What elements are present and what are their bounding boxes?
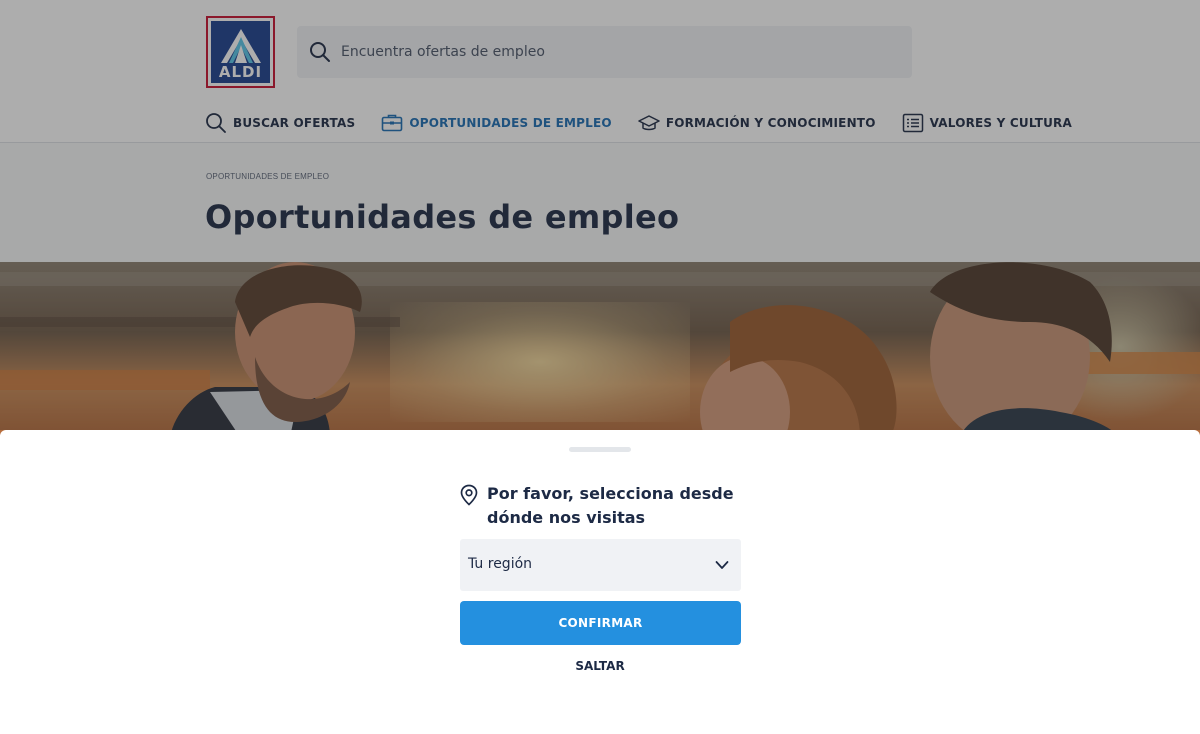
region-select-value: Tu región [468, 556, 533, 572]
modal-backdrop[interactable] [0, 0, 1200, 430]
region-select[interactable]: Tu región [460, 539, 741, 591]
sheet-drag-handle[interactable] [569, 447, 631, 452]
region-prompt: Por favor, selecciona desde dónde nos vi… [459, 482, 749, 530]
region-selector-sheet: Por favor, selecciona desde dónde nos vi… [0, 430, 1200, 734]
chevron-down-icon [715, 561, 729, 569]
confirm-button[interactable]: CONFIRMAR [460, 601, 741, 645]
region-prompt-text: Por favor, selecciona desde dónde nos vi… [487, 484, 734, 527]
location-pin-icon [460, 484, 478, 506]
skip-link[interactable]: SALTAR [560, 659, 640, 673]
